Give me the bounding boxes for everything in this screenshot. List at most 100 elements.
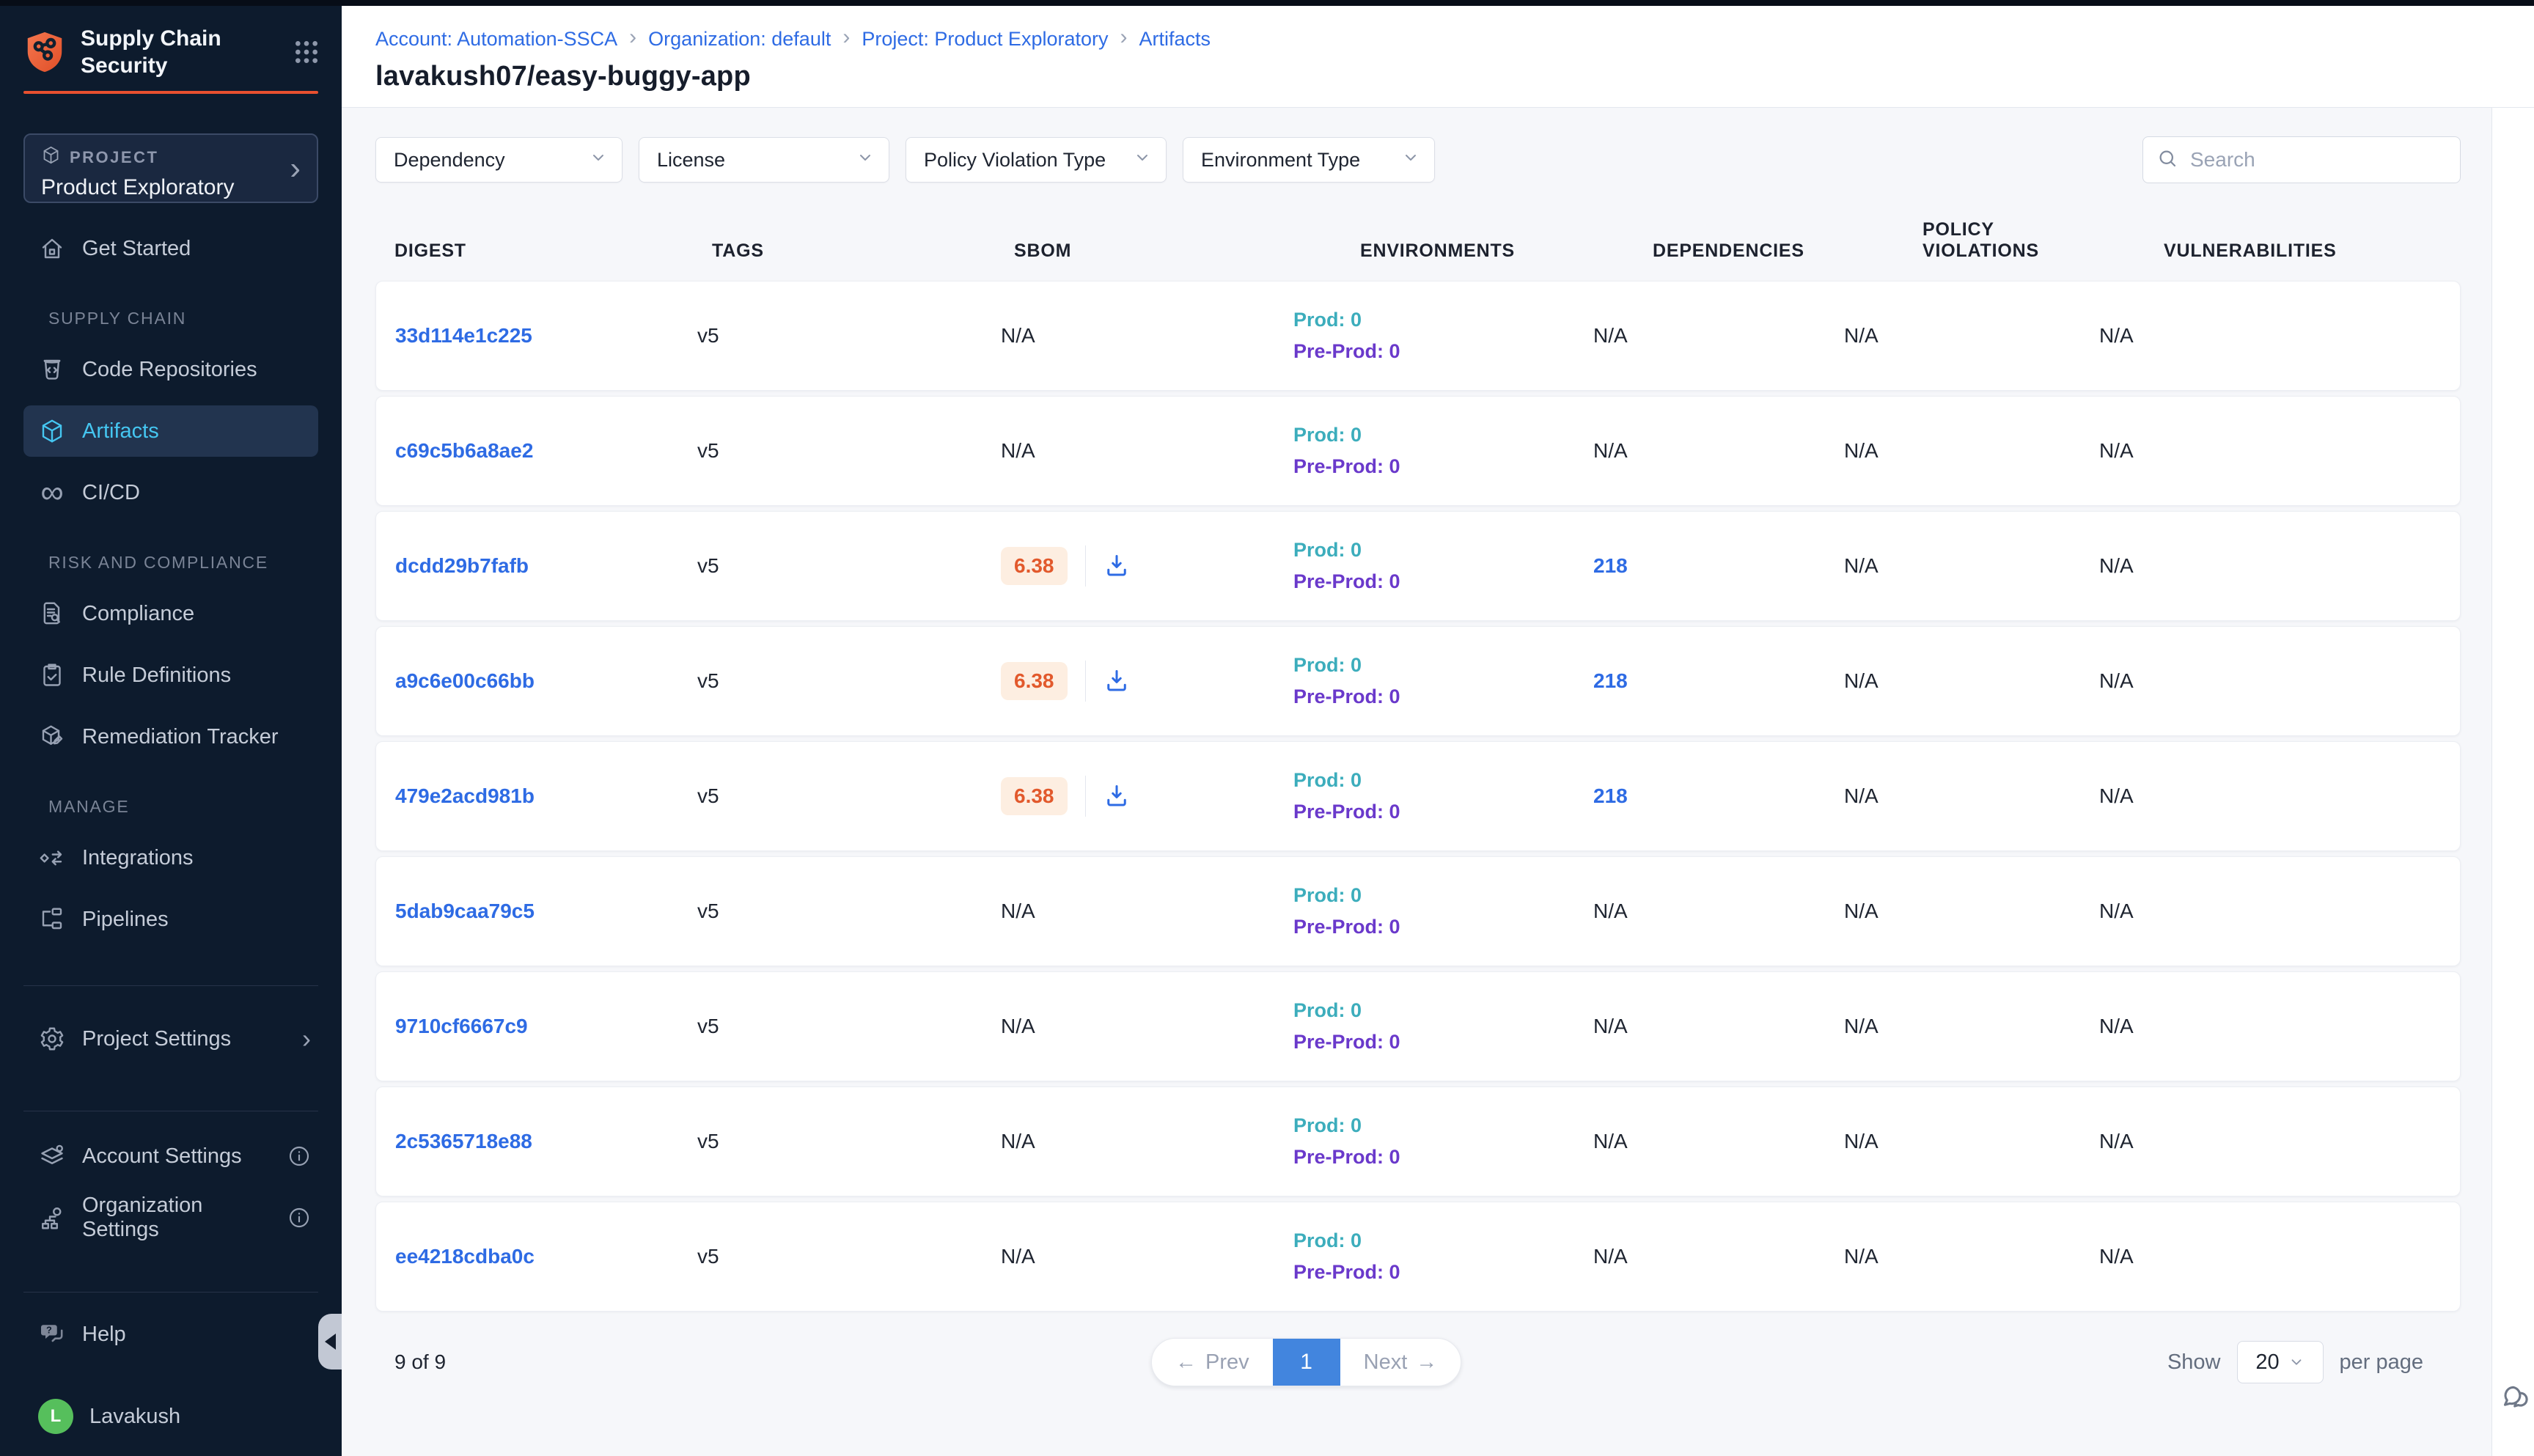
app-title: Supply Chain Security [81,25,221,79]
sbom-na-value: N/A [1001,439,1035,462]
digest-link[interactable]: ee4218cdba0c [395,1245,697,1268]
digest-link[interactable]: 2c5365718e88 [395,1130,697,1153]
sidebar-item-project-settings[interactable]: Project Settings › [23,1013,318,1065]
page-size-select[interactable]: 20 [2237,1341,2324,1383]
integrations-icon [38,844,66,872]
table-row: c69c5b6a8ae2 v5 N/A Prod: 0 Pre-Prod: 0 … [375,396,2461,506]
filter-license[interactable]: License [639,137,889,183]
filter-toolbar: Dependency License Policy Violation Type… [375,136,2461,183]
tag-value: v5 [697,900,1001,923]
breadcrumb-separator-icon: › [842,26,850,51]
dependencies-value: N/A [1593,324,1844,348]
digest-link[interactable]: 33d114e1c225 [395,324,697,348]
sidebar-item-cicd[interactable]: ∞ CI/CD [23,467,318,518]
home-icon [38,235,66,262]
download-sbom-icon[interactable] [1103,783,1130,809]
sidebar-item-pipelines[interactable]: Pipelines [23,894,318,945]
sidebar-item-artifacts[interactable]: Artifacts [23,405,318,457]
sidebar-item-get-started[interactable]: Get Started [23,223,318,274]
download-sbom-icon[interactable] [1103,668,1130,694]
breadcrumb-artifacts-link[interactable]: Artifacts [1139,28,1211,51]
preprod-count: Pre-Prod: 0 [1293,1146,1593,1169]
pipelines-icon [38,905,66,933]
sidebar-divider [23,1292,318,1293]
digest-link[interactable]: a9c6e00c66bb [395,669,697,693]
pagination-bar: 9 of 9 ← Prev 1 Next → Show 20 per page [375,1338,2461,1386]
preprod-count: Pre-Prod: 0 [1293,455,1593,478]
digest-link[interactable]: c69c5b6a8ae2 [395,439,697,463]
prev-page-button[interactable]: ← Prev [1152,1339,1273,1386]
sidebar-item-organization-settings[interactable]: Organization Settings [23,1192,318,1243]
sidebar-item-compliance[interactable]: Compliance [23,588,318,639]
table-row: 9710cf6667c9 v5 N/A Prod: 0 Pre-Prod: 0 … [375,971,2461,1081]
policy-violations-value: N/A [1844,900,2099,923]
policy-violations-value: N/A [1844,1015,2099,1038]
digest-link[interactable]: 5dab9caa79c5 [395,900,697,923]
prod-count: Prod: 0 [1293,769,1593,792]
artifacts-cube-icon [38,417,66,445]
section-header-manage: MANAGE [0,795,342,817]
digest-link[interactable]: 479e2acd981b [395,784,697,808]
project-cube-icon [41,145,61,169]
dependencies-value: N/A [1593,900,1844,923]
top-bar [0,0,2534,6]
sidebar-item-integrations[interactable]: Integrations [23,832,318,883]
user-menu[interactable]: L Lavakush [23,1391,318,1442]
environments-cell: Prod: 0 Pre-Prod: 0 [1293,999,1593,1054]
filter-policy-violation-type[interactable]: Policy Violation Type [906,137,1167,183]
info-icon[interactable] [287,1144,311,1168]
sidebar-collapse-handle[interactable] [318,1314,342,1369]
project-selector[interactable]: PROJECT Product Exploratory › [23,133,318,203]
dependencies-link[interactable]: 218 [1593,554,1844,578]
preprod-count: Pre-Prod: 0 [1293,1261,1593,1284]
page-size-control: Show 20 per page [2167,1341,2423,1383]
column-header-vulnerabilities: VULNERABILITIES [2098,240,2461,262]
sidebar-item-rule-definitions[interactable]: Rule Definitions [23,650,318,701]
brand-accent-divider [23,91,318,94]
sidebar-item-account-settings[interactable]: Account Settings [23,1130,318,1182]
column-header-sbom: SBOM [1000,240,1293,262]
policy-violations-value: N/A [1844,324,2099,348]
next-page-button[interactable]: Next → [1340,1339,1461,1386]
tag-value: v5 [697,1130,1001,1153]
sidebar-item-help[interactable]: ? Help [23,1309,318,1360]
collapse-arrow-icon [325,1334,336,1350]
per-page-label: per page [2340,1350,2424,1375]
app-switcher-grid-icon[interactable] [292,37,321,67]
svg-text:?: ? [46,1325,52,1336]
sbom-na-value: N/A [1001,324,1035,347]
breadcrumb-account-link[interactable]: Account: Automation-SSCA [375,28,617,51]
breadcrumb-organization-link[interactable]: Organization: default [648,28,831,51]
current-page-button[interactable]: 1 [1273,1339,1340,1386]
vulnerabilities-value: N/A [2099,669,2460,693]
preprod-count: Pre-Prod: 0 [1293,340,1593,363]
digest-link[interactable]: dcdd29b7fafb [395,554,697,578]
digest-link[interactable]: 9710cf6667c9 [395,1015,697,1038]
breadcrumb-project-link[interactable]: Project: Product Exploratory [862,28,1108,51]
info-icon[interactable] [287,1206,311,1229]
environments-cell: Prod: 0 Pre-Prod: 0 [1293,654,1593,708]
prod-count: Prod: 0 [1293,539,1593,562]
filter-dependency[interactable]: Dependency [375,137,623,183]
breadcrumb-separator-icon: › [629,26,636,51]
dependencies-link[interactable]: 218 [1593,669,1844,693]
vertical-divider [1085,661,1086,702]
arrow-right-icon: → [1416,1350,1437,1375]
sidebar: Supply Chain Security PROJECT [0,0,342,1456]
dependencies-link[interactable]: 218 [1593,784,1844,808]
tag-value: v5 [697,554,1001,578]
filter-environment-type[interactable]: Environment Type [1183,137,1435,183]
prod-count: Prod: 0 [1293,999,1593,1022]
search-input[interactable] [2189,147,2456,172]
tag-value: v5 [697,784,1001,808]
chevron-down-icon [856,149,874,172]
download-sbom-icon[interactable] [1103,553,1130,579]
tag-value: v5 [697,324,1001,348]
sbom-cell: 6.38 [1001,545,1293,587]
table-row: 33d114e1c225 v5 N/A Prod: 0 Pre-Prod: 0 … [375,281,2461,391]
chevron-down-icon [1134,149,1151,172]
sidebar-item-code-repositories[interactable]: Code Repositories [23,344,318,395]
sidebar-item-remediation-tracker[interactable]: Remediation Tracker [23,711,318,762]
chat-support-icon[interactable] [2498,1382,2530,1414]
main-content: Dependency License Policy Violation Type… [342,108,2491,1456]
